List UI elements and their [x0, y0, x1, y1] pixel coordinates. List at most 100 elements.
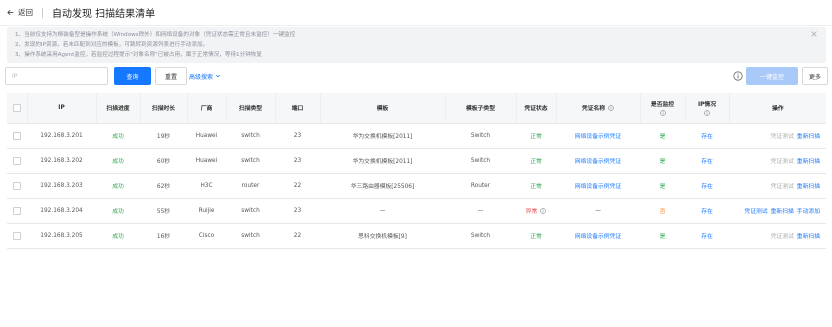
ip-cell: 192.168.3.202: [27, 148, 96, 174]
ip-status-cell: 存在: [685, 173, 729, 199]
scan-type-cell: router: [226, 173, 275, 199]
cred-name-link[interactable]: 网络设备示例凭证: [556, 173, 640, 199]
ip-status-cell: 存在: [685, 223, 729, 249]
col-progress[interactable]: 扫描进度: [96, 93, 141, 124]
row-checkbox[interactable]: [13, 231, 21, 240]
rescan-button[interactable]: 重新扫描: [771, 209, 794, 215]
template-cell: 华为交换机模板[2011]: [320, 123, 445, 149]
reset-button[interactable]: 重置: [155, 67, 187, 85]
more-button[interactable]: 更多: [802, 67, 828, 85]
ip-cell: 192.168.3.204: [27, 198, 96, 224]
col-ip-status[interactable]: IP情况: [685, 93, 730, 124]
monitored-cell: 是: [640, 173, 685, 199]
rescan-button[interactable]: 重新扫描: [797, 134, 820, 140]
port-cell: 22: [275, 223, 320, 249]
select-all-checkbox[interactable]: [12, 103, 21, 112]
query-button[interactable]: 查询: [114, 67, 151, 85]
actions-cell: 凭证测试 重新扫描: [729, 148, 826, 174]
col-scan-type[interactable]: 扫描类型: [226, 93, 276, 124]
col-template-subtype[interactable]: 模板子类型: [445, 93, 517, 124]
arrow-left-icon: [7, 9, 14, 16]
advanced-search-link[interactable]: 高级搜索: [189, 67, 221, 85]
duration-cell: 55秒: [140, 198, 187, 224]
ip-search-input[interactable]: [5, 67, 108, 85]
progress-cell: 成功: [96, 148, 140, 174]
cred-name-link[interactable]: 网络设备示例凭证: [556, 223, 640, 249]
manual-add-button[interactable]: 手动添加: [797, 209, 820, 215]
row-select-cell: [7, 223, 27, 249]
cred-test-button[interactable]: 凭证测试: [771, 234, 794, 240]
port-cell: 23: [275, 148, 320, 174]
header-divider: [42, 7, 43, 18]
scan-type-cell: switch: [226, 198, 275, 224]
select-all-cell: [7, 93, 28, 124]
ip-cell: 192.168.3.203: [27, 173, 96, 199]
row-select-cell: [7, 173, 27, 199]
notice-line-3: 3、操作系统采用Agent监控，若监控过程提示"对象名称"已被占用，属于正常情况…: [15, 52, 262, 58]
cred-status-cell: 异常: [516, 198, 556, 224]
progress-cell: 成功: [96, 173, 140, 199]
info-circle-icon[interactable]: [608, 105, 614, 112]
back-label: 返回: [18, 8, 33, 17]
ip-status-cell: 存在: [685, 123, 729, 149]
template-subtype-cell: Router: [445, 173, 516, 199]
actions-cell: 凭证测试 重新扫描: [729, 123, 826, 149]
info-circle-icon[interactable]: [704, 110, 710, 117]
col-monitored[interactable]: 是否监控: [640, 93, 686, 124]
cred-test-button[interactable]: 凭证测试: [771, 184, 794, 190]
col-cred-name[interactable]: 凭证名称: [556, 93, 641, 124]
row-checkbox[interactable]: [13, 131, 21, 140]
row-checkbox[interactable]: [13, 206, 21, 215]
rescan-button[interactable]: 重新扫描: [797, 184, 820, 190]
notice-panel: 1、当前仅支持为柳装备型是操作系统（Windows除外）和网络设备的对象（凭证状…: [7, 27, 826, 63]
table-header-row: IP 扫描进度 扫描时长 厂商 扫描类型 端口 模板 模板子类型 凭证状态 凭证…: [7, 93, 826, 124]
col-cred-name-label: 凭证名称: [581, 106, 606, 113]
cred-status-cell: 正常: [516, 223, 556, 249]
page-header: 返回 自动发现 扫描结果清单: [0, 0, 832, 26]
cred-test-button[interactable]: 凭证测试: [771, 159, 794, 165]
col-ip[interactable]: IP: [27, 93, 97, 124]
cred-name-cell: —: [556, 198, 640, 224]
page-title: 自动发现 扫描结果清单: [52, 9, 156, 20]
duration-cell: 16秒: [140, 223, 187, 249]
template-subtype-cell: —: [445, 198, 516, 224]
info-circle-icon[interactable]: [659, 110, 666, 117]
scan-type-cell: switch: [226, 123, 275, 149]
actions-cell: 凭证测试 重新扫描: [729, 223, 826, 249]
col-actions: 操作: [729, 93, 826, 124]
back-button[interactable]: 返回: [0, 7, 33, 18]
notice-line-1: 1、当前仅支持为柳装备型是操作系统（Windows除外）和网络设备的对象（凭证状…: [15, 32, 296, 38]
col-duration[interactable]: 扫描时长: [140, 93, 188, 124]
cred-test-button[interactable]: 凭证测试: [771, 134, 794, 140]
col-port[interactable]: 端口: [275, 93, 321, 124]
vendor-cell: Ruijie: [187, 198, 226, 224]
monitored-cell: 否: [640, 198, 685, 224]
cred-name-link[interactable]: 网络设备示例凭证: [556, 123, 640, 149]
cred-status-cell: 正常: [516, 173, 556, 199]
table-row: 192.168.3.203 成功 62秒 H3C router 22 华三路由器…: [7, 173, 826, 199]
scan-type-cell: switch: [226, 223, 275, 249]
row-select-cell: [7, 198, 27, 224]
row-checkbox[interactable]: [13, 156, 21, 165]
table-row: 192.168.3.202 成功 60秒 Huawei switch 23 华为…: [7, 148, 826, 174]
scan-results-table: IP 扫描进度 扫描时长 厂商 扫描类型 端口 模板 模板子类型 凭证状态 凭证…: [7, 93, 826, 249]
col-vendor[interactable]: 厂商: [187, 93, 227, 124]
row-checkbox[interactable]: [13, 181, 21, 190]
progress-cell: 成功: [96, 198, 140, 224]
info-circle-icon[interactable]: [733, 71, 743, 81]
col-cred-status[interactable]: 凭证状态: [516, 93, 557, 124]
template-cell: 思科交换机模板[9]: [320, 223, 445, 249]
port-cell: 23: [275, 198, 320, 224]
one-click-monitor-button[interactable]: 一键监控: [746, 67, 798, 85]
vendor-cell: Cisco: [187, 223, 226, 249]
info-circle-icon[interactable]: [540, 207, 547, 214]
template-cell: —: [320, 198, 445, 224]
col-template[interactable]: 模板: [320, 93, 446, 124]
cred-test-button[interactable]: 凭证测试: [744, 209, 767, 215]
ip-status-cell: 存在: [685, 148, 729, 174]
rescan-button[interactable]: 重新扫描: [797, 159, 820, 165]
cred-name-link[interactable]: 网络设备示例凭证: [556, 148, 640, 174]
rescan-button[interactable]: 重新扫描: [797, 234, 820, 240]
template-cell: 华三路由器模板[25506]: [320, 173, 445, 199]
close-icon[interactable]: [810, 30, 818, 38]
